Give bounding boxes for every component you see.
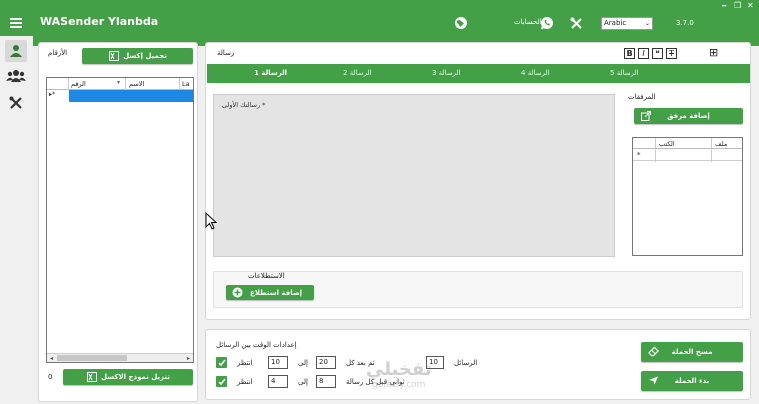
- message-tabs: الرسالة 1 الرسالة 2 الرسالة 3 الرسالة 4 …: [207, 64, 750, 83]
- whatsapp-icon[interactable]: [540, 16, 554, 32]
- format-toolbar: B I ❝ T: [624, 48, 677, 60]
- sidebar-item-groups[interactable]: [6, 69, 26, 85]
- message-panel: رسالة B I ❝ T ⊞ الرسالة 1 الرسالة 2 الرس…: [205, 42, 751, 320]
- wait-to-input-1[interactable]: 10: [268, 356, 288, 369]
- numbers-title: الأرقام: [48, 49, 68, 57]
- attachments-table: الكتب ملف *: [632, 137, 743, 256]
- hamburger-menu-icon[interactable]: [10, 18, 22, 28]
- messages-label: الرسائل: [454, 359, 478, 367]
- column-header-la[interactable]: La: [182, 80, 190, 88]
- numbers-panel: الأرقام تحميل إكسل الرقم ▾ الاسم La ▸* ◂…: [38, 42, 198, 402]
- time-settings-panel: إعدادات الوقت بين الرسائل انتظر 10 إلى 2…: [205, 329, 751, 400]
- numbers-table: الرقم ▾ الاسم La ▸* ◂ ▸: [46, 77, 194, 363]
- polls-title: الاستطلاعات: [248, 272, 285, 280]
- tools-icon[interactable]: [570, 17, 583, 32]
- tab-message-5[interactable]: الرسالة 5: [610, 64, 639, 83]
- maximize-button[interactable]: ❐: [734, 1, 741, 10]
- message-textarea[interactable]: رسالتك الأولى *: [213, 94, 615, 257]
- watermark: تفخيلي gofezly.com: [366, 359, 432, 391]
- numbers-count: 0: [48, 373, 53, 381]
- add-circle-icon: [232, 287, 243, 298]
- minimize-button[interactable]: ━: [722, 2, 726, 10]
- column-header-file[interactable]: ملف: [715, 140, 727, 148]
- close-button[interactable]: ✕: [747, 1, 754, 10]
- attachments-title: المرفقات: [628, 93, 656, 101]
- chevron-down-icon: ⌄: [644, 20, 650, 27]
- tab-message-2[interactable]: الرسالة 2: [343, 64, 372, 83]
- table-row[interactable]: *: [633, 149, 742, 161]
- eraser-icon: [648, 346, 659, 357]
- strikethrough-button[interactable]: T: [666, 48, 677, 59]
- wait-from-input-2[interactable]: 8: [316, 375, 336, 388]
- bold-button[interactable]: B: [624, 48, 635, 59]
- accounts-label[interactable]: الحسابات: [514, 18, 542, 26]
- to-label-2: إلى: [298, 378, 308, 386]
- send-icon: [648, 375, 659, 386]
- wait-checkbox-2[interactable]: [216, 376, 227, 387]
- version-label: 3.7.0: [676, 19, 694, 27]
- tab-message-3[interactable]: الرسالة 3: [432, 64, 461, 83]
- message-title: رسالة: [217, 49, 235, 57]
- start-campaign-button[interactable]: بدء الحملة: [641, 371, 743, 391]
- app-title: WASender Ylanbda: [40, 15, 159, 28]
- column-header-book[interactable]: الكتب: [659, 140, 675, 148]
- excel-icon: [108, 51, 119, 62]
- table-header: الرقم ▾ الاسم La: [47, 78, 193, 90]
- add-message-button[interactable]: ⊞: [709, 46, 718, 59]
- wait-label-2: انتظر: [237, 378, 253, 386]
- tools-icon: [9, 96, 22, 109]
- wait-from-input-1[interactable]: 20: [316, 356, 336, 369]
- horizontal-scrollbar[interactable]: ◂ ▸: [47, 353, 193, 362]
- user-icon: [10, 45, 22, 57]
- column-header-number[interactable]: الرقم: [71, 80, 86, 88]
- download-template-button[interactable]: تنزيل نموذج الاكسل: [63, 369, 193, 385]
- clear-campaign-button[interactable]: مسح الحملة: [641, 342, 743, 362]
- italic-button[interactable]: I: [638, 48, 649, 59]
- column-header-name[interactable]: الاسم: [129, 80, 144, 88]
- tab-message-4[interactable]: الرسالة 4: [521, 64, 550, 83]
- sidebar-item-tools[interactable]: [9, 96, 23, 112]
- load-excel-button[interactable]: تحميل إكسل: [82, 48, 193, 64]
- language-select[interactable]: Arabic ⌄: [601, 17, 653, 30]
- wait-checkbox-1[interactable]: [216, 357, 227, 368]
- polls-section: الاستطلاعات إضافة استطلاع: [213, 271, 743, 308]
- sidebar-item-contacts[interactable]: [5, 40, 27, 62]
- wait-to-input-2[interactable]: 4: [268, 375, 288, 388]
- sort-arrow-icon: ▾: [117, 79, 121, 86]
- sidebar: [0, 36, 33, 404]
- tab-message-1[interactable]: الرسالة 1: [254, 64, 287, 83]
- wait-label-1: انتظر: [237, 359, 253, 367]
- title-bar: WASender Ylanbda الحسابات Arabic ⌄ 3.7.0…: [0, 0, 759, 46]
- time-settings-title: إعدادات الوقت بين الرسائل: [216, 341, 297, 349]
- table-row[interactable]: ▸*: [47, 90, 193, 102]
- add-poll-button[interactable]: إضافة استطلاع: [226, 285, 314, 300]
- to-label-1: إلى: [298, 359, 308, 367]
- group-icon: [6, 70, 26, 82]
- excel-icon: [86, 372, 97, 383]
- globe-icon[interactable]: [454, 16, 468, 32]
- quote-button[interactable]: ❝: [652, 48, 663, 59]
- mouse-cursor-icon: [205, 211, 218, 232]
- external-link-icon: [640, 110, 651, 121]
- add-attachment-button[interactable]: إضافة مرفق: [634, 108, 743, 124]
